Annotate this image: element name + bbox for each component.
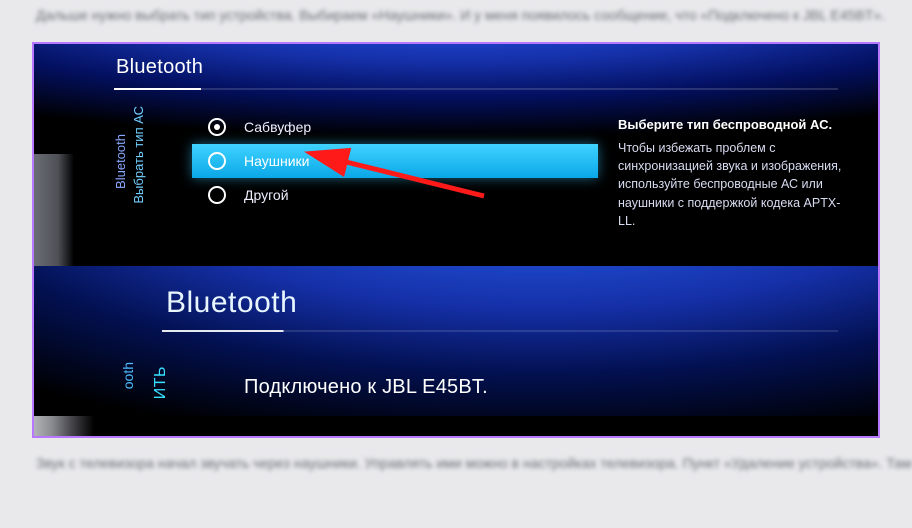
help-body: Чтобы избежать проблем с синхронизацией … — [618, 139, 848, 230]
help-panel: Выберите тип беспроводной АС. Чтобы избе… — [618, 116, 848, 229]
article-text-after: Звук с телевизора начал звучать через на… — [0, 448, 912, 478]
radio-unselected-icon — [208, 152, 226, 170]
option-label: Наушники — [244, 153, 309, 169]
header-underline — [114, 88, 838, 90]
header-underline — [162, 330, 838, 332]
option-other[interactable]: Другой — [192, 178, 598, 212]
tv-screen-2: Bluetooth ooth ИТЬ Подключено к JBL E45B… — [34, 266, 878, 436]
help-title: Выберите тип беспроводной АС. — [618, 116, 848, 135]
screenshots-frame: Bluetooth Bluetooth Выбрать тип АС Сабву… — [32, 42, 880, 438]
sidebar: Bluetooth Выбрать тип АС — [109, 114, 145, 256]
option-headphones[interactable]: Наушники — [192, 144, 598, 178]
connection-status: Подключено к JBL E45BT. — [244, 376, 488, 399]
radio-unselected-icon — [208, 186, 226, 204]
device-type-list: Сабвуфер Наушники Другой — [192, 110, 598, 212]
tv-screen-1: Bluetooth Bluetooth Выбрать тип АС Сабву… — [34, 44, 878, 266]
article-text-before: Дальше нужно выбрать тип устройства. Выб… — [0, 0, 912, 30]
radio-selected-icon — [208, 118, 226, 136]
option-subwoofer[interactable]: Сабвуфер — [192, 110, 598, 144]
option-label: Сабвуфер — [244, 119, 311, 135]
screen-header: Bluetooth — [166, 286, 297, 320]
screen-header: Bluetooth — [116, 56, 203, 79]
sidebar-label-partial-2[interactable]: ИТЬ — [152, 366, 170, 399]
sidebar-label-select-type[interactable]: Выбрать тип АС — [131, 106, 146, 204]
sidebar-label-bluetooth[interactable]: Bluetooth — [113, 134, 128, 189]
option-label: Другой — [244, 187, 289, 203]
sidebar-label-partial-1[interactable]: ooth — [120, 362, 136, 389]
